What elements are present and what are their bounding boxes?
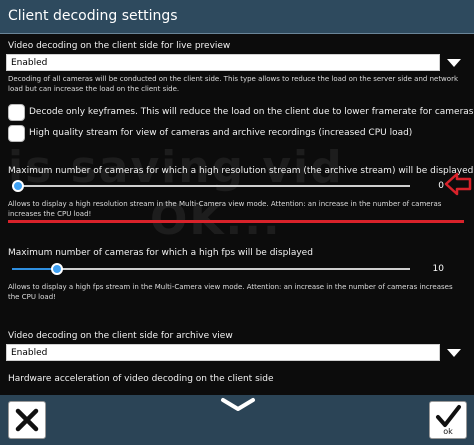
hires-cameras-slider[interactable] — [12, 180, 410, 192]
hires-cameras-value: 0 — [438, 181, 444, 191]
hifps-cameras-value: 10 — [432, 264, 444, 274]
live-decoding-select[interactable]: Enabled — [6, 54, 440, 71]
archive-decoding-dropdown-icon[interactable] — [447, 349, 461, 357]
hires-cameras-hint: Allows to display a high resolution stre… — [8, 200, 442, 218]
annotation-underline — [8, 220, 464, 223]
hq-stream-label: High quality stream for view of cameras … — [29, 128, 413, 138]
hifps-cameras-slider-thumb[interactable] — [51, 263, 63, 275]
hifps-cameras-label: Maximum number of cameras for which a hi… — [8, 248, 313, 258]
dialog-footer: ok — [0, 395, 474, 445]
live-decoding-hint: Decoding of all cameras will be conducte… — [8, 75, 458, 93]
live-decoding-dropdown-icon[interactable] — [447, 59, 461, 67]
hires-cameras-label: Maximum number of cameras for which a hi… — [8, 166, 474, 176]
hires-cameras-slider-thumb[interactable] — [12, 180, 24, 192]
dialog-title: Client decoding settings — [0, 0, 474, 34]
settings-panel: is saving vid OK... Video decoding on th… — [0, 34, 474, 395]
cancel-button[interactable] — [8, 401, 46, 439]
archive-decoding-label: Video decoding on the client side for ar… — [8, 331, 233, 341]
ok-button-label: ok — [443, 427, 453, 436]
chevron-down-icon[interactable] — [220, 397, 256, 413]
archive-decoding-select[interactable]: Enabled — [6, 344, 440, 361]
close-icon — [15, 408, 39, 432]
hw-accel-label: Hardware acceleration of video decoding … — [8, 374, 274, 384]
hifps-cameras-hint: Allows to display a high fps stream in t… — [8, 283, 453, 301]
hifps-cameras-slider[interactable] — [12, 263, 410, 275]
live-decoding-label: Video decoding on the client side for li… — [8, 41, 231, 51]
hq-stream-checkbox[interactable] — [8, 125, 25, 142]
keyframes-label: Decode only keyframes. This will reduce … — [29, 107, 474, 117]
ok-button[interactable]: ok — [429, 401, 467, 439]
keyframes-checkbox[interactable] — [8, 104, 25, 121]
red-arrow-icon — [444, 172, 472, 196]
